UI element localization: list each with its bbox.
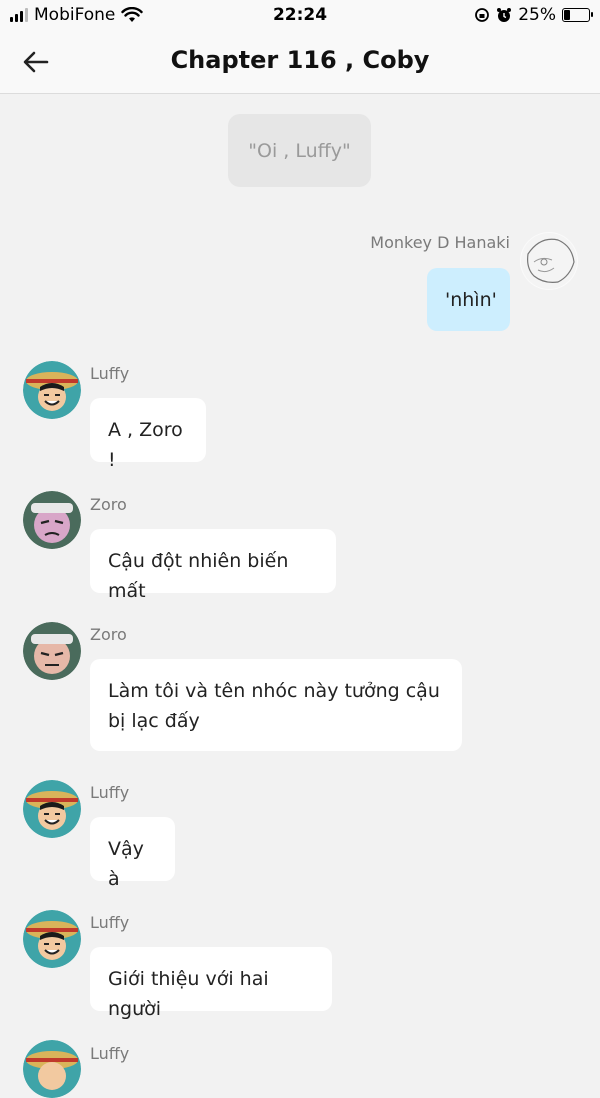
message-bubble: Vậy à <box>90 817 175 890</box>
page-title: Chapter 116 , Coby <box>170 46 430 74</box>
message-bubble: Làm tôi và tên nhóc này tưởng cậu bị lạc… <box>90 659 462 751</box>
avatar[interactable] <box>520 232 578 290</box>
battery-level <box>564 10 570 20</box>
avatar[interactable] <box>23 780 81 838</box>
alarm-icon <box>497 8 512 22</box>
avatar[interactable] <box>23 910 81 968</box>
battery-icon <box>562 8 593 22</box>
message-sender: Monkey D Hanaki <box>370 233 510 252</box>
message-sender: Luffy <box>90 913 130 932</box>
message-sender: Luffy <box>90 783 130 802</box>
battery-percent: 25% <box>518 5 556 25</box>
avatar[interactable] <box>23 491 81 549</box>
message-sender: Luffy <box>90 364 130 383</box>
status-right: 25% <box>474 5 593 25</box>
rotation-lock-icon <box>475 8 490 22</box>
message-sender: Zoro <box>90 625 127 644</box>
message-bubble: A , Zoro ! <box>90 398 206 471</box>
narration-bubble: "Oi , Luffy" <box>228 114 371 187</box>
avatar[interactable] <box>23 1040 81 1098</box>
status-bar: MobiFone 22:24 25% <box>0 0 600 30</box>
message-sender: Luffy <box>90 1044 130 1063</box>
app-bar: Chapter 116 , Coby <box>0 30 600 94</box>
message-bubble: Cậu đột nhiên biến mất <box>90 529 336 602</box>
avatar[interactable] <box>23 622 81 680</box>
message-sender: Zoro <box>90 495 127 514</box>
message-bubble: Giới thiệu với hai người <box>90 947 332 1020</box>
avatar[interactable] <box>23 361 81 419</box>
message-bubble: 'nhìn' <box>427 268 510 331</box>
